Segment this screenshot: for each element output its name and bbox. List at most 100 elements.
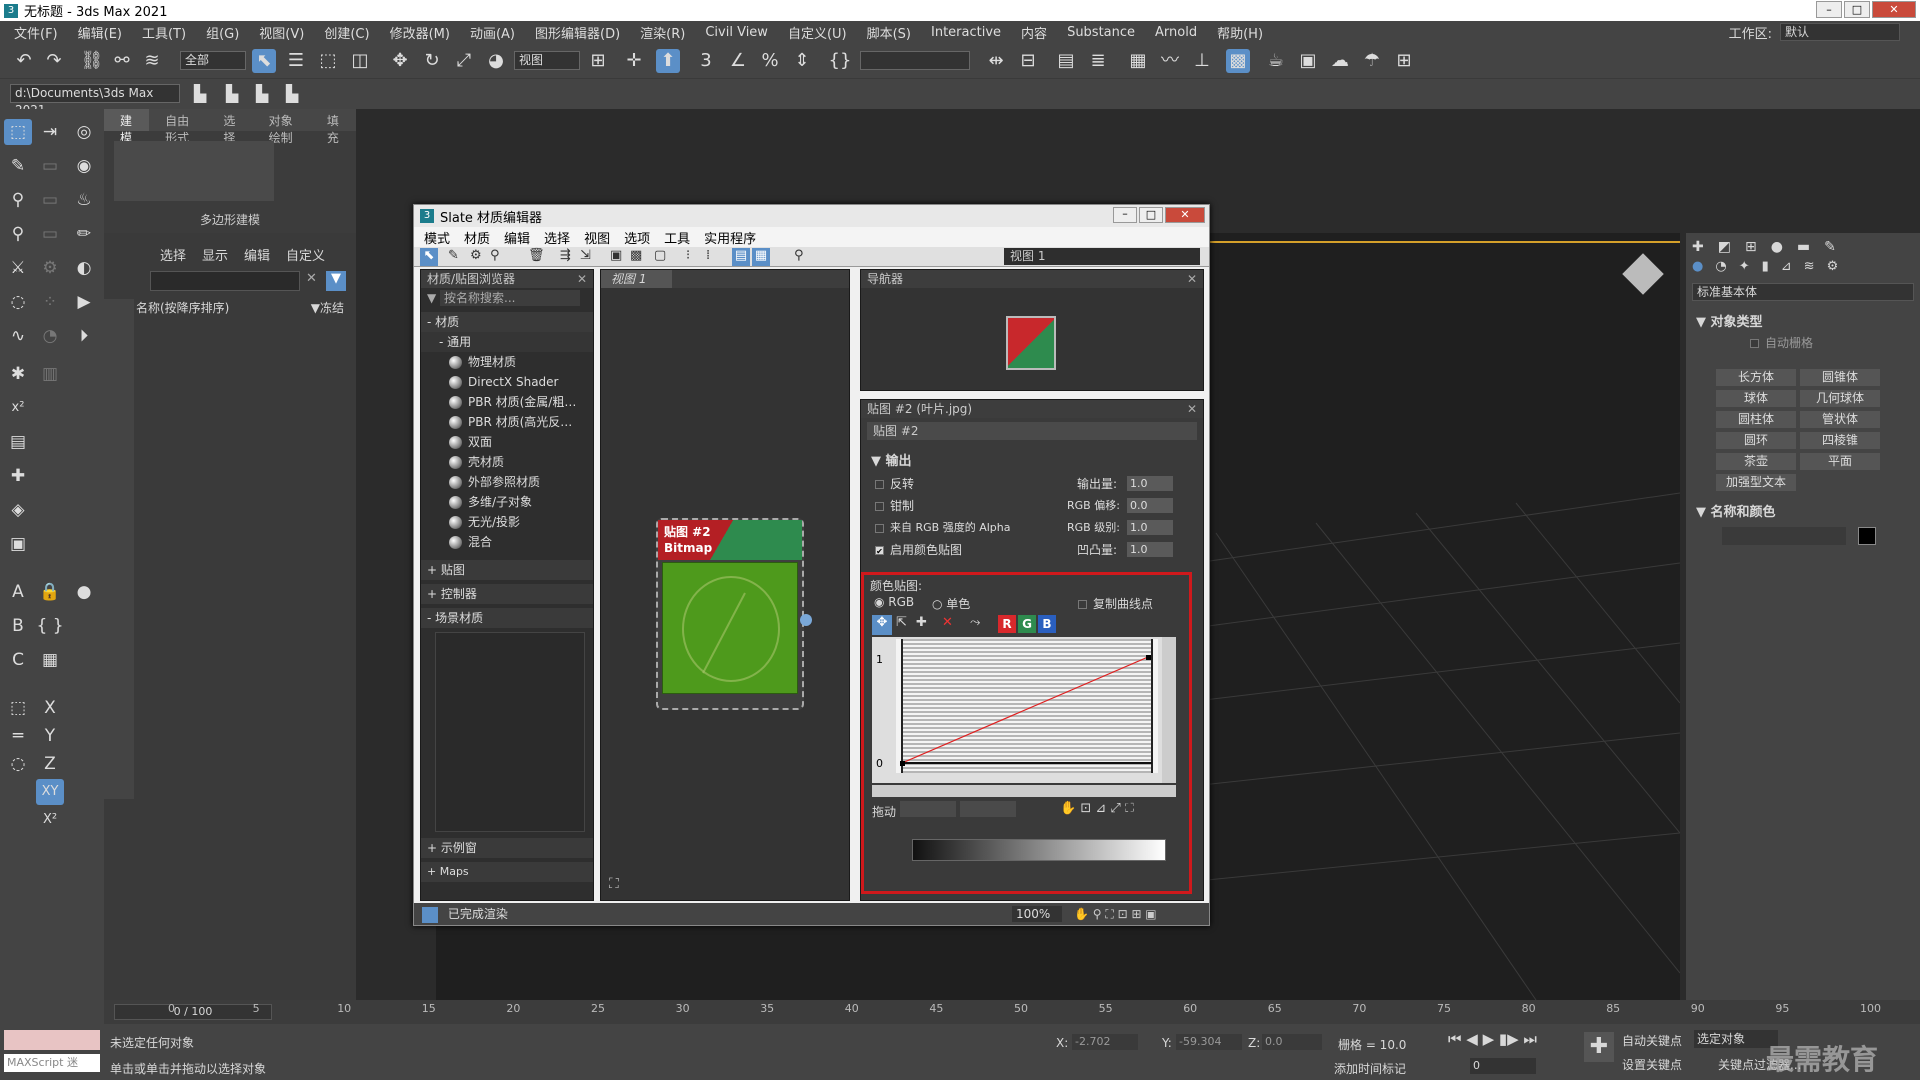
autogrid-check[interactable] (1750, 339, 1759, 348)
output-rollout[interactable]: ▼ 输出 (871, 450, 1203, 469)
clone-icon[interactable]: ⚙ (36, 255, 64, 281)
sphere-button[interactable]: 球体 (1716, 390, 1796, 407)
teapot-button[interactable]: 茶壶 (1716, 453, 1796, 470)
stack-icon[interactable]: ▤ (4, 429, 32, 455)
grid-icon[interactable]: ▥ (36, 361, 64, 387)
slate-menu-view[interactable]: 视图 (584, 228, 610, 247)
group-materials[interactable]: - 材质 (421, 312, 593, 332)
curve-graph[interactable]: 1 0 (872, 637, 1176, 783)
drag-y-field[interactable] (960, 801, 1016, 817)
box-button[interactable]: 长方体 (1716, 369, 1796, 386)
cylinder-button[interactable]: 圆柱体 (1716, 411, 1796, 428)
workspace-dropdown[interactable]: 默认 (1780, 23, 1900, 41)
view-pan-icon[interactable]: ⛶ (609, 876, 619, 892)
line-icon[interactable]: ═ (4, 723, 32, 749)
invert-checkbox[interactable]: 反转 (875, 475, 914, 493)
slate-delete-icon[interactable]: 🗑 (528, 248, 545, 263)
save-icon[interactable]: ▦ (36, 647, 64, 673)
asset-tracking-icon[interactable]: ⊞ (1392, 49, 1416, 73)
place-icon[interactable]: ◕ (484, 49, 508, 73)
browser-search-input[interactable]: 按名称搜索... (440, 290, 581, 306)
object-type-rollout[interactable]: ▼ 对象类型 (1686, 305, 1920, 330)
maximize-button[interactable]: □ (1844, 1, 1870, 18)
list-item-blend[interactable]: 混合 (421, 532, 593, 552)
square-select-icon[interactable]: ▣ (4, 531, 32, 557)
filter-icon[interactable]: ◔ (36, 323, 64, 349)
edit-named-selection-icon[interactable]: {} (828, 49, 852, 73)
menu-content[interactable]: 内容 (1021, 23, 1047, 42)
curve-vscrollbar[interactable] (1162, 637, 1176, 783)
slate-show-map-icon[interactable]: ▣ (610, 248, 622, 263)
render-cloud-icon[interactable]: ☂ (1360, 49, 1384, 73)
select-by-name-icon[interactable]: ☰ (284, 49, 308, 73)
slate-minimize-button[interactable]: – (1113, 207, 1137, 223)
knife-icon[interactable]: ⚔ (4, 255, 32, 281)
menu-help[interactable]: 帮助(H) (1217, 23, 1263, 42)
coord-y-field[interactable]: -59.304 (1176, 1034, 1242, 1050)
slate-select-icon[interactable]: ⬉ (420, 248, 438, 266)
teapot-icon[interactable]: ♨ (70, 187, 98, 213)
tab-view-1[interactable]: 视图 1 (601, 270, 673, 288)
menu-views[interactable]: 视图(V) (259, 23, 304, 42)
drag-x-field[interactable] (900, 801, 956, 817)
bitmap-node[interactable]: 贴图 #2 Bitmap (656, 518, 812, 710)
keyboard-shortcut-icon[interactable]: ⬆ (656, 49, 680, 73)
dots-icon[interactable]: ⁘ (36, 289, 64, 315)
shapes-icon[interactable]: ◔ (1715, 259, 1726, 279)
modify-tab-icon[interactable]: ◩ (1718, 239, 1731, 257)
layers-icon[interactable]: ◈ (4, 497, 32, 523)
project-open-icon[interactable]: ▙ (250, 82, 274, 106)
list-item-double-sided[interactable]: 双面 (421, 432, 593, 452)
playback-controls[interactable]: ⏮ ◀ ▶ ▮▶ ⏭ (1448, 1030, 1537, 1048)
menu-tools[interactable]: 工具(T) (142, 23, 186, 42)
filter-funnel-icon[interactable]: ▼ (326, 271, 346, 291)
curve-point-start[interactable] (900, 761, 905, 766)
green-channel-button[interactable]: G (1018, 615, 1036, 633)
auto-key-button[interactable]: 自动关键点 (1622, 1032, 1682, 1049)
utilities-tab-icon[interactable]: ✎ (1824, 239, 1836, 257)
red-channel-button[interactable]: R (998, 615, 1016, 633)
navigator-close-icon[interactable]: ✕ (1187, 270, 1197, 288)
ribbon-group-label[interactable]: 多边形建模 (104, 211, 356, 228)
maxscript-listener[interactable] (4, 1030, 100, 1050)
group-general[interactable]: - 通用 (421, 332, 593, 352)
slate-close-button[interactable]: ✕ (1165, 207, 1205, 223)
pivot-center-icon[interactable]: ⊞ (586, 49, 610, 73)
pencil-icon[interactable]: ✏ (70, 221, 98, 247)
box-icon[interactable]: ▭ (36, 153, 64, 179)
import-icon[interactable]: ⇥ (36, 119, 64, 145)
cone-button[interactable]: 圆锥体 (1800, 369, 1880, 386)
spacewarps-icon[interactable]: ≋ (1804, 259, 1815, 279)
autogrid-checkbox[interactable]: 自动栅格 (1686, 330, 1920, 351)
alpha-rgb-checkbox[interactable]: 来自 RGB 强度的 Alpha (875, 519, 1010, 537)
display-tab-icon[interactable]: ▬ (1797, 239, 1810, 257)
coord-x-field[interactable]: -2.702 (1072, 1034, 1138, 1050)
selection-filter-dropdown[interactable]: 全部 (180, 51, 246, 70)
move-point-icon[interactable]: ✥ (872, 615, 892, 635)
slate-sample-slot-icon[interactable]: ▢ (654, 248, 666, 263)
object-name-input[interactable] (1722, 527, 1846, 545)
lock-icon[interactable]: 🔒 (36, 579, 64, 605)
dashed-box-icon[interactable]: ⬚ (4, 695, 32, 721)
spinner-snap-icon[interactable]: ⇕ (790, 49, 814, 73)
named-selection-dropdown[interactable] (860, 51, 970, 70)
mono-radio[interactable]: ○ 单色 (932, 595, 970, 612)
name-color-rollout[interactable]: ▼ 名称和颜色 (1696, 501, 1776, 520)
list-item-physical[interactable]: 物理材质 (421, 352, 593, 372)
brush-icon[interactable]: ✎ (4, 153, 32, 179)
scene-explorer-icon[interactable]: ▤ (1054, 49, 1078, 73)
project-new-icon[interactable]: ▙ (220, 82, 244, 106)
menu-customize[interactable]: 自定义(U) (788, 23, 847, 42)
render-setup-icon[interactable]: ☕ (1264, 49, 1288, 73)
render-icon[interactable]: ◎ (70, 119, 98, 145)
axis-xy-icon[interactable]: XY (36, 779, 64, 805)
clamp-checkbox[interactable]: 钳制 (875, 497, 914, 515)
axis-z-icon[interactable]: Z (36, 751, 64, 777)
slate-menu-options[interactable]: 选项 (624, 228, 650, 247)
render-production-icon[interactable]: ☁ (1328, 49, 1352, 73)
map-name-field[interactable]: 贴图 #2 (867, 422, 1197, 440)
slate-background-icon[interactable]: ▩ (630, 248, 642, 263)
globe-icon[interactable]: ◐ (70, 255, 98, 281)
mirror-icon[interactable]: ⇹ (984, 49, 1008, 73)
slate-pick-icon[interactable]: ✎ (448, 248, 459, 263)
